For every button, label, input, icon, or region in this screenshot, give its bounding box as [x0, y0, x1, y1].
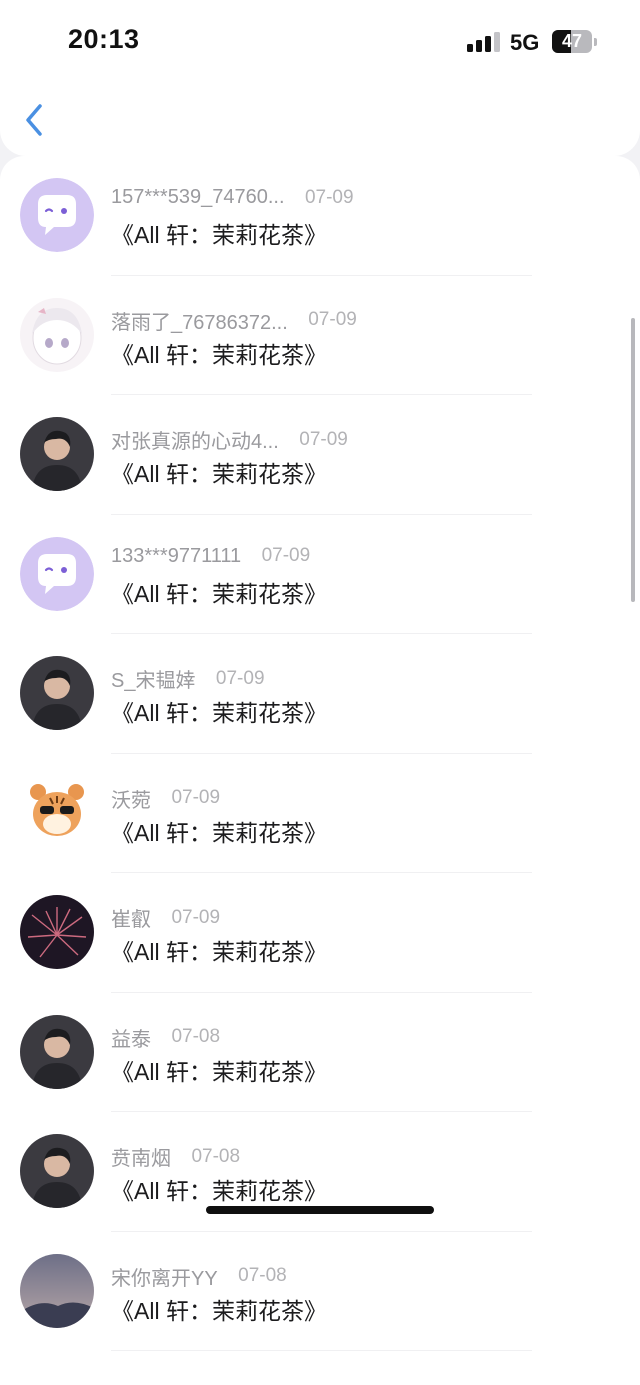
scrollbar[interactable]: [631, 318, 635, 602]
name-row: 贲南烟 07-08: [111, 1142, 240, 1171]
reader-list[interactable]: 157***539_74760... 07-09 《All 轩：茉莉花茶》 落雨…: [0, 156, 640, 1385]
user-name: 崔叡: [111, 909, 151, 931]
status-time: 20:13: [68, 24, 140, 54]
list-item[interactable]: 133***9771111 07-09 《All 轩：茉莉花茶》: [0, 515, 640, 634]
user-name: 133***9771111: [111, 544, 242, 567]
item-text: 《All 轩：茉莉花茶》: [111, 461, 327, 487]
home-indicator[interactable]: [206, 1206, 434, 1214]
item-text: 《All 轩：茉莉花茶》: [111, 580, 327, 607]
user-name: S_宋韫婞: [111, 670, 196, 692]
user-name: 157***539_74760...: [111, 186, 285, 208]
user-name: 对张真源的心动4...: [111, 431, 279, 453]
list-item[interactable]: 崔叡 07-09 《All 轩：茉莉花茶》: [0, 873, 640, 993]
list-item[interactable]: 益泰 07-08 《All 轩：茉莉花茶》: [0, 993, 640, 1112]
item-date: 07-09: [308, 309, 357, 330]
item-date: 07-09: [299, 428, 348, 450]
item-date: 07-09: [304, 186, 354, 208]
fireworks-avatar[interactable]: [20, 895, 94, 969]
item-text: 《All 轩：茉莉花茶》: [111, 1058, 327, 1085]
name-row: 崔叡 07-09: [111, 903, 220, 932]
tiger-cartoon-avatar[interactable]: [20, 775, 94, 850]
battery-icon: 47: [552, 30, 592, 53]
item-date: 07-09: [261, 545, 311, 566]
item-date: 07-09: [215, 667, 265, 689]
divider: [111, 1350, 532, 1351]
network-type: 5G: [510, 30, 540, 55]
name-row: S_宋韫婞 07-09: [111, 664, 265, 693]
item-text: 《All 轩：茉莉花茶》: [111, 1178, 327, 1204]
item-text: 《All 轩：茉莉花茶》: [111, 700, 327, 726]
item-date: 07-08: [191, 1145, 241, 1167]
user-name: 落雨了_76786372...: [111, 311, 288, 334]
list-item[interactable]: 落雨了_76786372... 07-09 《All 轩：茉莉花茶》: [0, 276, 640, 395]
list-item[interactable]: 宋你离开YY 07-08 《All 轩：茉莉花茶》: [0, 1232, 640, 1351]
battery-level: 47: [561, 31, 583, 51]
name-row: 落雨了_76786372... 07-09: [111, 306, 357, 335]
battery-tip: [594, 38, 597, 46]
name-row: 益泰 07-08: [111, 1023, 220, 1052]
name-row: 133***9771111 07-09: [111, 545, 310, 568]
item-text: 《All 轩：茉莉花茶》: [111, 1297, 327, 1324]
screen: 20:13 5G 47 157***539_74760... 07-09 《Al…: [0, 0, 640, 1385]
item-text: 《All 轩：茉莉花茶》: [111, 222, 327, 248]
list-item[interactable]: 沃菀 07-09 《All 轩：茉莉花茶》: [0, 754, 640, 873]
name-row: 对张真源的心动4... 07-09: [111, 425, 348, 454]
user-name: 沃菀: [111, 789, 151, 812]
item-text: 《All 轩：茉莉花茶》: [111, 939, 327, 965]
list-item[interactable]: S_宋韫婞 07-09 《All 轩：茉莉花茶》: [0, 634, 640, 754]
photo-avatar[interactable]: [20, 656, 94, 730]
item-text: 《All 轩：茉莉花茶》: [111, 819, 327, 846]
name-row: 沃菀 07-09: [111, 784, 220, 813]
status-bar: 20:13 5G 47: [0, 0, 640, 84]
anime-girl-avatar[interactable]: [20, 297, 94, 372]
list-item[interactable]: 157***539_74760... 07-09 《All 轩：茉莉花茶》: [0, 156, 640, 276]
user-name: 益泰: [111, 1028, 151, 1051]
signal-icon: [467, 32, 501, 52]
item-date: 07-09: [171, 906, 221, 928]
nav-bar: [0, 84, 640, 156]
name-row: 宋你离开YY 07-08: [111, 1262, 287, 1291]
default-chat-avatar[interactable]: [20, 536, 94, 611]
item-text: 《All 轩：茉莉花茶》: [111, 341, 327, 368]
photo-avatar[interactable]: [20, 417, 94, 491]
list-item[interactable]: 对张真源的心动4... 07-09 《All 轩：茉莉花茶》: [0, 395, 640, 515]
photo-avatar[interactable]: [20, 1014, 94, 1089]
item-date: 07-08: [171, 1026, 221, 1047]
photo-avatar[interactable]: [20, 1134, 94, 1208]
back-button[interactable]: [20, 102, 52, 138]
landscape-avatar[interactable]: [20, 1253, 94, 1328]
name-row: 157***539_74760... 07-09: [111, 186, 354, 209]
item-date: 07-08: [238, 1265, 287, 1286]
default-chat-avatar[interactable]: [20, 178, 94, 252]
user-name: 宋你离开YY: [111, 1267, 218, 1290]
chevron-left-icon: [26, 104, 42, 136]
user-name: 贲南烟: [111, 1148, 171, 1170]
item-date: 07-09: [171, 787, 221, 808]
